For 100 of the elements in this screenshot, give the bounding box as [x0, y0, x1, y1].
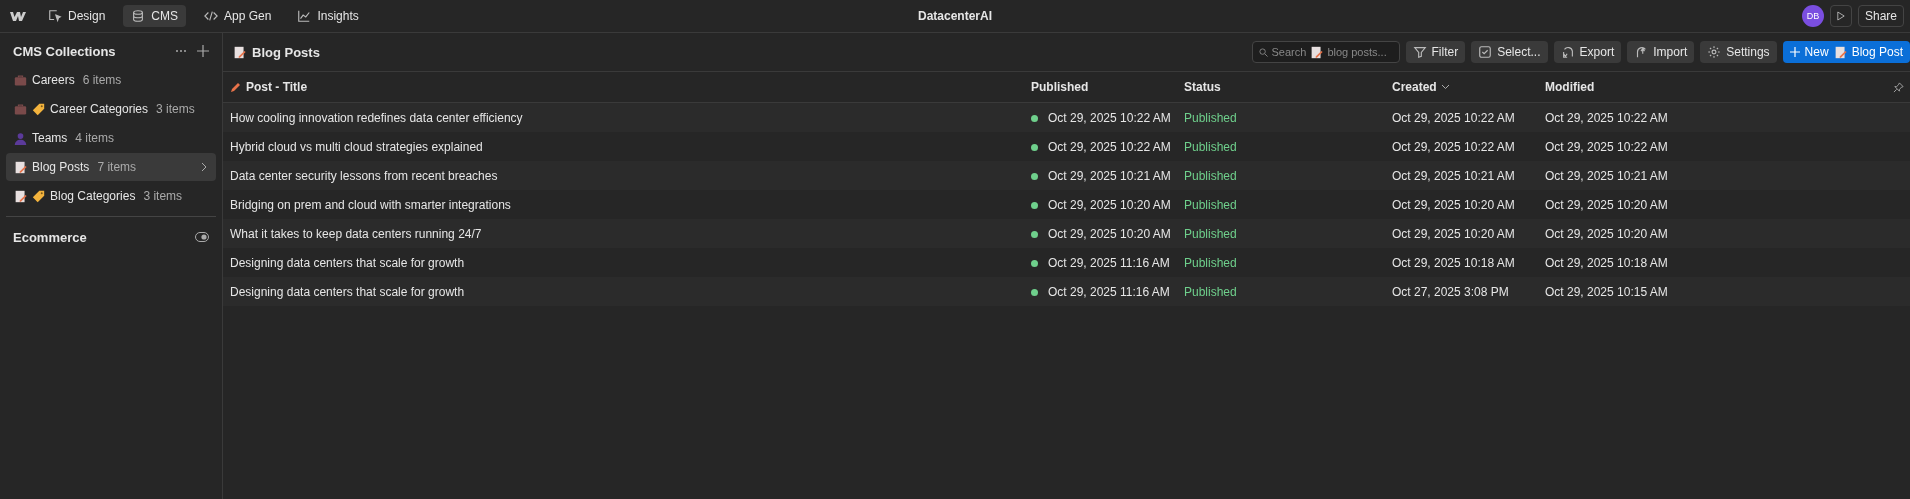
status-dot: [1031, 172, 1038, 180]
section-title: Ecommerce: [13, 229, 87, 245]
person-icon: [14, 131, 27, 145]
table-cell: How cooling innovation redefines data center efficiency: [230, 110, 523, 125]
briefcase-icon: [14, 73, 27, 87]
table-cell: Oct 29, 2025 10:15 AM: [1545, 284, 1668, 299]
table-cell: Oct 29, 2025 10:22 AM: [1392, 139, 1515, 154]
status-dot: [1031, 201, 1038, 209]
item-count: 3 items: [156, 102, 195, 116]
collection-item[interactable]: Blog Posts 7 items: [6, 153, 216, 181]
table-cell: Oct 29, 2025 10:22 AM: [1048, 110, 1171, 125]
column-header[interactable]: Status: [1184, 80, 1221, 94]
item-count: 4 items: [75, 131, 115, 145]
checkbox-icon: [1478, 45, 1493, 59]
search-icon: [1258, 47, 1268, 57]
new-item-button[interactable]: New Blog Post: [1782, 41, 1910, 63]
collection-item[interactable]: Career Categories 3 items: [6, 95, 216, 123]
add-icon[interactable]: [197, 45, 209, 57]
nav-tab[interactable]: Insights: [289, 5, 367, 27]
collection-item[interactable]: Careers 6 items: [6, 66, 216, 94]
item-count: 3 items: [143, 189, 183, 203]
column-header[interactable]: Published: [1031, 80, 1089, 94]
toolbar-button[interactable]: Settings: [1700, 41, 1777, 63]
toolbar-button[interactable]: Export: [1553, 41, 1622, 63]
table-cell: Oct 29, 2025 10:18 AM: [1392, 255, 1515, 270]
briefcase-icon: [14, 102, 27, 116]
code-icon: [204, 9, 219, 23]
table-cell: Oct 29, 2025 11:16 AM: [1048, 284, 1170, 299]
status-dot: [1031, 230, 1038, 238]
table-cell: Designing data centers that scale for growth: [230, 255, 465, 270]
export-icon: [1560, 45, 1575, 59]
table-cell: Published: [1184, 284, 1237, 299]
item-count: 6 items: [82, 73, 122, 87]
table-cell: Oct 29, 2025 10:20 AM: [1392, 197, 1515, 212]
table-cell: Data center security lessons from recent breaches: [230, 168, 498, 183]
sidebar-title: CMS Collections: [13, 43, 116, 59]
share-button[interactable]: Share: [1857, 5, 1904, 27]
table-cell: Oct 29, 2025 10:21 AM: [1545, 168, 1668, 183]
table-cell: Oct 29, 2025 10:20 AM: [1392, 226, 1515, 241]
memo-icon: [233, 45, 246, 59]
status-dot: [1031, 288, 1038, 296]
table-cell: Oct 27, 2025 3:08 PM: [1392, 284, 1509, 299]
column-header[interactable]: Modified: [1545, 80, 1595, 94]
settings-icon: [1707, 45, 1722, 59]
item-count: 7 items: [97, 160, 137, 174]
table-cell: What it takes to keep data centers running 24/7: [230, 226, 482, 241]
table-cell: Published: [1184, 168, 1237, 183]
table-cell: Oct 29, 2025 10:20 AM: [1048, 226, 1171, 241]
memo-icon: [1310, 45, 1324, 59]
nav-tab[interactable]: CMS: [123, 5, 187, 27]
table-cell: Oct 29, 2025 10:22 AM: [1048, 139, 1171, 154]
tag-icon: [32, 189, 45, 203]
chart-icon: [297, 9, 312, 23]
memo-icon: [14, 160, 27, 174]
play-icon: [1836, 10, 1845, 22]
tag-icon: [32, 102, 45, 116]
table-cell: Published: [1184, 139, 1237, 154]
plus-icon: [1789, 47, 1800, 57]
search-field[interactable]: Search blog posts...: [1251, 41, 1400, 63]
table-cell: Designing data centers that scale for growth: [230, 284, 465, 299]
table-cell: Oct 29, 2025 10:20 AM: [1545, 226, 1668, 241]
table-cell: Published: [1184, 255, 1237, 270]
user-avatar[interactable]: DB: [1801, 5, 1824, 27]
nav-tab[interactable]: Design: [40, 5, 114, 27]
collection-name: Blog Categories: [50, 189, 136, 203]
sort-icon[interactable]: [1440, 84, 1450, 90]
preview-button[interactable]: [1829, 5, 1852, 27]
table-cell: Bridging on prem and cloud with smarter integrations: [230, 197, 511, 212]
logo-icon: [10, 11, 26, 21]
column-header[interactable]: Created: [1392, 80, 1437, 94]
project-title: DatacenterAI: [918, 9, 992, 23]
column-header[interactable]: Post - Title: [246, 80, 308, 94]
memo-icon: [1833, 45, 1847, 59]
toolbar-button[interactable]: Select...: [1471, 41, 1548, 63]
nav-tab[interactable]: App Gen: [196, 5, 280, 27]
table-cell: Oct 29, 2025 10:20 AM: [1048, 197, 1171, 212]
toggle-icon[interactable]: [195, 232, 209, 242]
pencil-icon: [230, 81, 242, 93]
table-cell: Oct 29, 2025 10:20 AM: [1545, 197, 1668, 212]
collection-name: Blog Posts: [32, 160, 90, 174]
table-cell: Oct 29, 2025 10:22 AM: [1545, 110, 1668, 125]
table-cell: Oct 29, 2025 10:21 AM: [1048, 168, 1171, 183]
collection-item[interactable]: Teams 4 items: [6, 124, 216, 152]
filter-icon: [1412, 45, 1427, 59]
pin-icon[interactable]: [1893, 81, 1904, 93]
table-cell: Published: [1184, 110, 1237, 125]
collection-name: Teams: [32, 131, 68, 145]
collection-name: Careers: [32, 73, 75, 87]
collection-item[interactable]: Blog Categories 3 items: [6, 182, 216, 210]
toolbar-button[interactable]: Import: [1627, 41, 1695, 63]
table-cell: Oct 29, 2025 10:22 AM: [1545, 139, 1668, 154]
status-dot: [1031, 259, 1038, 267]
chevron-icon: [200, 162, 208, 172]
memo-icon: [14, 189, 27, 203]
toolbar-button[interactable]: Filter: [1405, 41, 1466, 63]
table-cell: Oct 29, 2025 10:18 AM: [1545, 255, 1668, 270]
status-dot: [1031, 143, 1038, 151]
collection-title: Blog Posts: [252, 44, 320, 60]
collection-name: Career Categories: [50, 102, 149, 116]
table-cell: Oct 29, 2025 10:22 AM: [1392, 110, 1515, 125]
